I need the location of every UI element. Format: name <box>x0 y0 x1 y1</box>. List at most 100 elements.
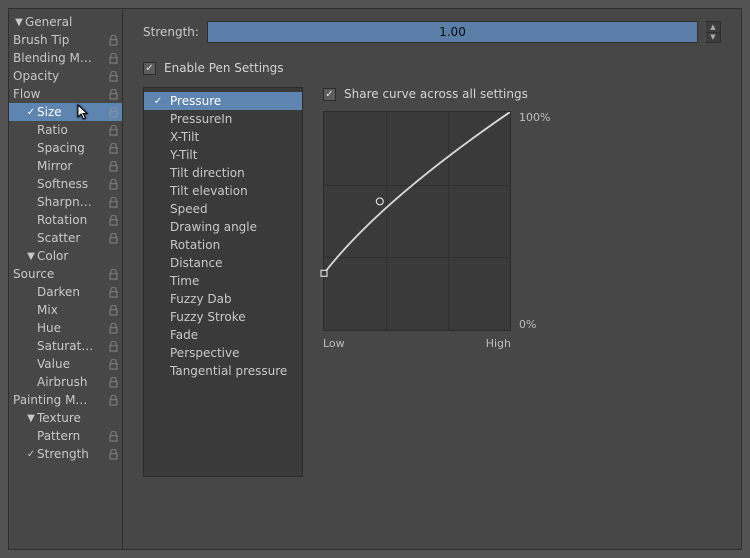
lock-icon <box>106 125 120 136</box>
sensor-label: Perspective <box>170 346 240 360</box>
sensor-label: Time <box>170 274 199 288</box>
sidebar-item-brush-tip[interactable]: Brush Tip <box>9 31 122 49</box>
lock-icon <box>106 287 120 298</box>
sidebar-item-label: Saturat… <box>37 339 106 353</box>
sidebar-item-label: Softness <box>37 177 106 191</box>
sidebar-item-mirror[interactable]: Mirror <box>9 157 122 175</box>
sensor-item-distance[interactable]: Distance <box>144 254 302 272</box>
strength-slider[interactable]: 1.00 <box>207 21 698 43</box>
sidebar-item-opacity[interactable]: Opacity <box>9 67 122 85</box>
curve-x-labels: Low High <box>323 337 511 350</box>
sensor-item-fuzzy-stroke[interactable]: Fuzzy Stroke <box>144 308 302 326</box>
ylabel-top: 100% <box>519 111 550 124</box>
sensor-list[interactable]: ✓ Pressure PressureIn X-Tilt Y-TiltTilt dire… <box>143 87 303 477</box>
sidebar-item-label: Mirror <box>37 159 106 173</box>
sidebar-item-ratio[interactable]: Ratio <box>9 121 122 139</box>
share-curve-checkbox[interactable]: ✓ Share curve across all settings <box>323 87 550 101</box>
lock-icon <box>106 233 120 244</box>
sensor-item-y-tilt[interactable]: Y-Tilt <box>144 146 302 164</box>
sidebar-item-label: Airbrush <box>37 375 106 389</box>
sidebar-item-saturat-[interactable]: Saturat… <box>9 337 122 355</box>
sensor-item-speed[interactable]: Speed <box>144 200 302 218</box>
sidebar-item-flow[interactable]: Flow <box>9 85 122 103</box>
sensor-label: X-Tilt <box>170 130 199 144</box>
sensor-label: Fade <box>170 328 198 342</box>
sidebar-item-label: Opacity <box>13 69 106 83</box>
sensor-item-time[interactable]: Time <box>144 272 302 290</box>
disclosure-triangle-icon: ▼ <box>25 251 37 262</box>
sidebar-item-blending-m-[interactable]: Blending M… <box>9 49 122 67</box>
check-icon: ✓ <box>25 449 37 460</box>
sensor-item-x-tilt[interactable]: X-Tilt <box>144 128 302 146</box>
sensor-label: Speed <box>170 202 208 216</box>
sidebar-item-label: Brush Tip <box>13 33 106 47</box>
sidebar-item-softness[interactable]: Softness <box>9 175 122 193</box>
sensor-item-drawing-angle[interactable]: Drawing angle <box>144 218 302 236</box>
disclosure-triangle-icon: ▼ <box>25 413 37 424</box>
curve-panel: ✓ Share curve across all settings <box>323 87 550 477</box>
sidebar-item-value[interactable]: Value <box>9 355 122 373</box>
sidebar-item-size[interactable]: ✓Size <box>9 103 122 121</box>
sensor-item-pressure[interactable]: ✓ Pressure <box>144 92 302 110</box>
spinner-down-icon[interactable]: ▼ <box>706 33 720 43</box>
sidebar-item-label: Blending M… <box>13 51 106 65</box>
spinner-up-icon[interactable]: ▲ <box>706 22 720 33</box>
sidebar-item-sharpn-[interactable]: Sharpn… <box>9 193 122 211</box>
sidebar-group-label: Texture <box>37 411 120 425</box>
check-icon: ✓ <box>152 96 164 107</box>
sidebar-item-airbrush[interactable]: Airbrush <box>9 373 122 391</box>
lock-icon <box>106 197 120 208</box>
sidebar-item-label: Pattern <box>37 429 106 443</box>
strength-row: Strength: 1.00 ▲ ▼ <box>143 21 721 43</box>
sensor-label: Fuzzy Dab <box>170 292 232 306</box>
sensor-item-pressurein[interactable]: PressureIn <box>144 110 302 128</box>
lock-icon <box>106 431 120 442</box>
sensor-item-perspective[interactable]: Perspective <box>144 344 302 362</box>
sensor-item-fuzzy-dab[interactable]: Fuzzy Dab <box>144 290 302 308</box>
sidebar-item-painting-m-[interactable]: Painting M… <box>9 391 122 409</box>
sidebar-group-color[interactable]: ▼Color <box>9 247 122 265</box>
sensor-item-rotation[interactable]: Rotation <box>144 236 302 254</box>
sidebar-item-label: Painting M… <box>13 393 106 407</box>
check-icon: ✓ <box>25 107 37 118</box>
strength-value: 1.00 <box>439 25 466 39</box>
sidebar-group-general[interactable]: ▼General <box>9 13 122 31</box>
enable-pen-settings-checkbox[interactable]: ✓ Enable Pen Settings <box>143 61 721 75</box>
sensor-label: Distance <box>170 256 222 270</box>
strength-spinner[interactable]: ▲ ▼ <box>706 21 721 43</box>
sensor-label: Pressure <box>170 94 221 108</box>
sensor-label: Tilt elevation <box>170 184 248 198</box>
lock-icon <box>106 323 120 334</box>
sidebar-item-spacing[interactable]: Spacing <box>9 139 122 157</box>
lock-icon <box>106 395 120 406</box>
sidebar-item-source[interactable]: Source <box>9 265 122 283</box>
lock-icon <box>106 269 120 280</box>
lock-icon <box>106 53 120 64</box>
sidebar-item-label: Strength <box>37 447 106 461</box>
sensor-item-fade[interactable]: Fade <box>144 326 302 344</box>
sensor-label: Rotation <box>170 238 220 252</box>
sidebar-group-texture[interactable]: ▼Texture <box>9 409 122 427</box>
sidebar-item-hue[interactable]: Hue <box>9 319 122 337</box>
sidebar-item-label: Source <box>13 267 106 281</box>
sensor-label: Fuzzy Stroke <box>170 310 246 324</box>
sidebar-item-label: Spacing <box>37 141 106 155</box>
curve-editor[interactable] <box>323 111 511 331</box>
checkbox-icon: ✓ <box>323 88 336 101</box>
lock-icon <box>106 71 120 82</box>
sidebar-item-scatter[interactable]: Scatter <box>9 229 122 247</box>
sensor-item-tilt-elevation[interactable]: Tilt elevation <box>144 182 302 200</box>
sidebar-item-label: Value <box>37 357 106 371</box>
sensor-item-tangential-pressure[interactable]: Tangential pressure <box>144 362 302 380</box>
lock-icon <box>106 89 120 100</box>
sidebar-item-pattern[interactable]: Pattern <box>9 427 122 445</box>
sidebar-item-mix[interactable]: Mix <box>9 301 122 319</box>
sidebar-item-label: Size <box>37 105 106 119</box>
sidebar-item-darken[interactable]: Darken <box>9 283 122 301</box>
sidebar-item-rotation[interactable]: Rotation <box>9 211 122 229</box>
main-panel: Strength: 1.00 ▲ ▼ ✓ Enable Pen Settings… <box>123 9 741 549</box>
sidebar-item-label: Mix <box>37 303 106 317</box>
sidebar-item-strength[interactable]: ✓Strength <box>9 445 122 463</box>
sensor-item-tilt-direction[interactable]: Tilt direction <box>144 164 302 182</box>
lock-icon <box>106 359 120 370</box>
